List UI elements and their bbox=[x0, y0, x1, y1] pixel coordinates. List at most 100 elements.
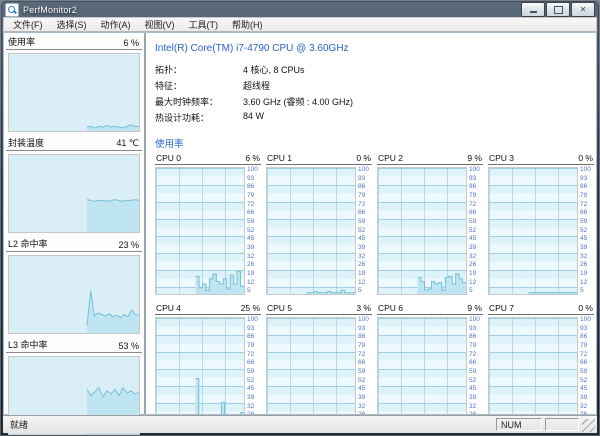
panel-value: 41 ℃ bbox=[116, 138, 139, 149]
menu-file[interactable]: 文件(F) bbox=[6, 18, 50, 32]
title-bar[interactable]: PerfMonitor2 ✕ bbox=[0, 0, 600, 18]
cpu-value: 9 % bbox=[467, 153, 482, 163]
minimize-button[interactable] bbox=[521, 2, 545, 17]
sidebar-panel-usage[interactable]: 使用率 6 % bbox=[4, 34, 144, 132]
cpu4-chart-cell: CPU 4 25 % 10093867972665952453932261912… bbox=[155, 303, 261, 414]
y-axis-ticks: 100938679726659524539322619125 bbox=[356, 317, 372, 414]
cpu-value: 25 % bbox=[241, 303, 260, 313]
cpu6-chart-cell: CPU 6 9 % 100938679726659524539322619125 bbox=[377, 303, 483, 414]
cpu0-chart-cell: CPU 0 6 % 100938679726659524539322619125 bbox=[155, 153, 261, 295]
l2-hit-rate-sparkline bbox=[8, 255, 140, 334]
cpu-label: CPU 2 bbox=[378, 153, 403, 163]
window-title: PerfMonitor2 bbox=[23, 5, 77, 15]
panel-header: L3 命中率 53 % bbox=[6, 337, 142, 353]
chart-header: CPU 6 9 % bbox=[377, 303, 483, 315]
menu-help[interactable]: 帮助(H) bbox=[225, 18, 270, 32]
cpu2-chart-cell: CPU 2 9 % 100938679726659524539322619125 bbox=[377, 153, 483, 295]
chart-header: CPU 5 3 % bbox=[266, 303, 372, 315]
panel-header: L2 命中率 23 % bbox=[6, 236, 142, 252]
cpu1-plot bbox=[266, 167, 356, 295]
cpu3-chart-cell: CPU 3 0 % 100938679726659524539322619125 bbox=[488, 153, 594, 295]
panel-header: 封装温度 41 ℃ bbox=[6, 135, 142, 151]
cpu-label: CPU 6 bbox=[378, 303, 403, 313]
y-axis-ticks: 100938679726659524539322619125 bbox=[578, 317, 594, 414]
package-temp-sparkline bbox=[8, 154, 140, 233]
resize-grip[interactable] bbox=[582, 419, 595, 432]
y-axis-ticks: 100938679726659524539322619125 bbox=[578, 167, 594, 295]
y-axis-ticks: 100938679726659524539322619125 bbox=[356, 167, 372, 295]
y-axis-ticks: 100938679726659524539322619125 bbox=[245, 317, 261, 414]
cpu-label: CPU 3 bbox=[489, 153, 514, 163]
cpu-label: CPU 0 bbox=[156, 153, 181, 163]
cpu2-plot bbox=[377, 167, 467, 295]
sensor-sidebar: 使用率 6 % 封装温度 41 ℃ L2 命中率 23 % bbox=[4, 33, 146, 414]
menu-tools[interactable]: 工具(T) bbox=[182, 18, 226, 32]
menu-action[interactable]: 动作(A) bbox=[94, 18, 138, 32]
cpu-value: 9 % bbox=[467, 303, 482, 313]
chart-header: CPU 7 0 % bbox=[488, 303, 594, 315]
cpu7-chart-cell: CPU 7 0 % 100938679726659524539322619125 bbox=[488, 303, 594, 414]
chart-header: CPU 3 0 % bbox=[488, 153, 594, 165]
info-row-features: 特征： 超线程 bbox=[155, 79, 594, 92]
y-axis-ticks: 100938679726659524539322619125 bbox=[467, 167, 483, 295]
cpu-label: CPU 7 bbox=[489, 303, 514, 313]
cpu-value: 6 % bbox=[245, 153, 260, 163]
cpu-value: 3 % bbox=[356, 303, 371, 313]
status-text: 就绪 bbox=[10, 418, 28, 431]
info-value: 3.60 GHz (睿频 : 4.00 GHz) bbox=[243, 95, 353, 108]
menu-view[interactable]: 视图(V) bbox=[138, 18, 182, 32]
magnifier-icon bbox=[5, 3, 19, 17]
info-row-topology: 拓扑： 4 核心, 8 CPUs bbox=[155, 63, 594, 76]
info-row-tdp: 热设计功耗： 84 W bbox=[155, 111, 594, 124]
panel-value: 23 % bbox=[118, 240, 139, 250]
info-label: 热设计功耗： bbox=[155, 111, 243, 124]
status-cell-blank bbox=[545, 418, 579, 431]
cpu1-chart-cell: CPU 1 0 % 100938679726659524539322619125 bbox=[266, 153, 372, 295]
num-label: NUM bbox=[501, 420, 522, 430]
cpu0-plot bbox=[155, 167, 245, 295]
chart-header: CPU 0 6 % bbox=[155, 153, 261, 165]
info-value: 84 W bbox=[243, 111, 264, 124]
info-value: 超线程 bbox=[243, 79, 270, 92]
info-label: 特征： bbox=[155, 79, 243, 92]
cpu-label: CPU 1 bbox=[267, 153, 292, 163]
cpu4-plot bbox=[155, 317, 245, 414]
app-body: 使用率 6 % 封装温度 41 ℃ L2 命中率 23 % bbox=[3, 32, 597, 415]
info-value: 4 核心, 8 CPUs bbox=[243, 63, 305, 76]
usage-sparkline bbox=[8, 53, 140, 132]
panel-label: 使用率 bbox=[8, 35, 35, 48]
cpu-value: 0 % bbox=[578, 303, 593, 313]
panel-label: 封装温度 bbox=[8, 136, 44, 149]
maximize-icon bbox=[554, 6, 563, 14]
usage-section-title: 使用率 bbox=[155, 136, 594, 150]
close-button[interactable]: ✕ bbox=[571, 2, 595, 17]
cpu5-chart-cell: CPU 5 3 % 100938679726659524539322619125 bbox=[266, 303, 372, 414]
close-icon: ✕ bbox=[580, 6, 587, 14]
info-label: 最大时钟频率： bbox=[155, 95, 243, 108]
cpu5-plot bbox=[266, 317, 356, 414]
panel-header: 使用率 6 % bbox=[6, 34, 142, 50]
y-axis-ticks: 100938679726659524539322619125 bbox=[467, 317, 483, 414]
minimize-icon bbox=[530, 11, 537, 13]
panel-value: 6 % bbox=[123, 38, 139, 48]
chart-header: CPU 1 0 % bbox=[266, 153, 372, 165]
app-window: PerfMonitor2 ✕ 文件(F) 选择(S) 动作(A) 视图(V) 工… bbox=[0, 0, 600, 436]
sidebar-panel-package-temp[interactable]: 封装温度 41 ℃ bbox=[4, 135, 144, 233]
sidebar-panel-l2-hit-rate[interactable]: L2 命中率 23 % bbox=[4, 236, 144, 334]
maximize-button[interactable] bbox=[546, 2, 570, 17]
menu-select[interactable]: 选择(S) bbox=[50, 18, 94, 32]
cpu-label: CPU 5 bbox=[267, 303, 292, 313]
main-panel: Intel(R) Core(TM) i7-4790 CPU @ 3.60GHz … bbox=[146, 33, 596, 414]
cpu-usage-grid: CPU 0 6 % 100938679726659524539322619125… bbox=[155, 153, 594, 414]
cpu6-plot bbox=[377, 317, 467, 414]
cpu-value: 0 % bbox=[356, 153, 371, 163]
info-row-max-clock: 最大时钟频率： 3.60 GHz (睿频 : 4.00 GHz) bbox=[155, 95, 594, 108]
info-label: 拓扑： bbox=[155, 63, 243, 76]
cpu-value: 0 % bbox=[578, 153, 593, 163]
chart-header: CPU 4 25 % bbox=[155, 303, 261, 315]
cpu-model-title: Intel(R) Core(TM) i7-4790 CPU @ 3.60GHz bbox=[155, 43, 594, 54]
panel-value: 53 % bbox=[118, 341, 139, 351]
y-axis-ticks: 100938679726659524539322619125 bbox=[245, 167, 261, 295]
cpu3-plot bbox=[488, 167, 578, 295]
num-lock-indicator: NUM bbox=[496, 418, 542, 431]
